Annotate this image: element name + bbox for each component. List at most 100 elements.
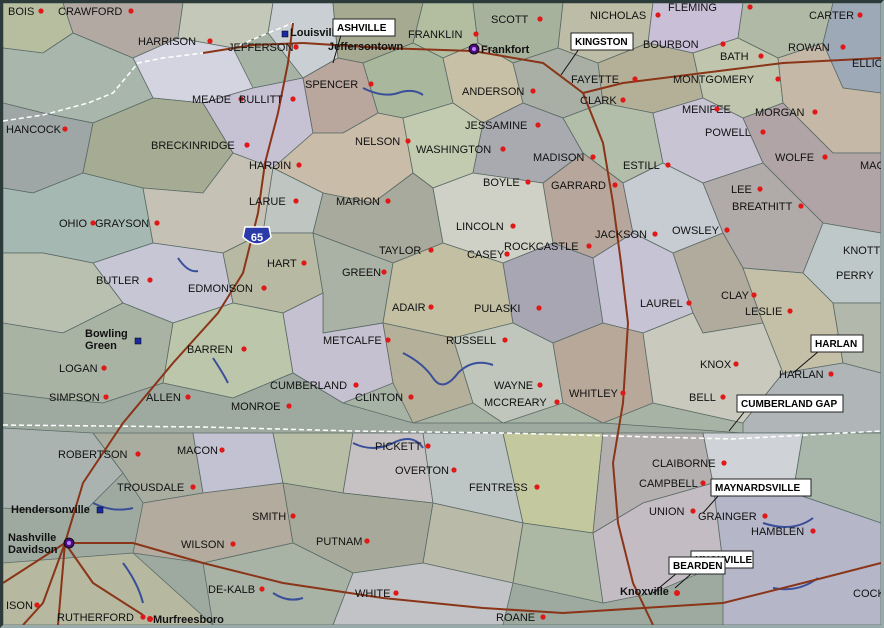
county-seat-dot: [537, 382, 543, 388]
county-label: ELLIOTT: [852, 58, 881, 70]
county-label: BELL: [689, 392, 716, 404]
county-green: GREEN: [342, 267, 387, 279]
capital-marker-center: [67, 541, 71, 545]
city-murfreesboro: Murfreesboro: [147, 614, 224, 625]
county-seat-dot: [290, 513, 296, 519]
county-seat-dot: [762, 513, 768, 519]
county-label: FENTRESS: [469, 482, 528, 494]
county-trousdale: TROUSDALE: [117, 482, 196, 494]
county-jefferson: JEFFERSON: [228, 42, 299, 54]
county-label: KNOX: [700, 359, 732, 371]
county-seat-dot: [798, 203, 804, 209]
county-seat-dot: [34, 602, 40, 608]
county-seat-dot: [535, 122, 541, 128]
county-seat-dot: [620, 390, 626, 396]
county-knott: KNOTT: [843, 245, 881, 257]
county-label: BREATHITT: [732, 201, 793, 213]
county-seat-dot: [758, 53, 764, 59]
county-cocke: COCKE: [853, 588, 881, 600]
city-louisville: Louisville: [281, 27, 341, 39]
county-putnam: PUTNAM: [316, 536, 370, 548]
county-seat-dot: [652, 231, 658, 237]
county-label: MADISON: [533, 152, 584, 164]
city-marker: [96, 506, 104, 514]
county-label: CAMPBELL: [639, 478, 698, 490]
county-label: POWELL: [705, 127, 751, 139]
county-simpson: SIMPSON: [49, 392, 109, 404]
county-label: MORGAN: [755, 107, 805, 119]
county-seat-dot: [364, 538, 370, 544]
county-label: MAGOFFIN: [860, 160, 881, 172]
county-label: MONROE: [231, 401, 281, 413]
city-label: Frankfort: [481, 44, 530, 56]
county-seat-dot: [428, 247, 434, 253]
county-seat-dot: [540, 614, 546, 620]
county-label: TAYLOR: [379, 245, 421, 257]
county-seat-dot: [724, 227, 730, 233]
county-seat-dot: [840, 44, 846, 50]
county-seat-dot: [381, 269, 387, 275]
county-seat-dot: [534, 484, 540, 490]
county-label: HARRISON: [138, 36, 196, 48]
county-label: SMITH: [252, 511, 286, 523]
county-seat-dot: [293, 44, 299, 50]
county-seat-dot: [147, 277, 153, 283]
county-seat-dot: [733, 361, 739, 367]
county-label: COCKE: [853, 588, 881, 600]
map-canvas[interactable]: 65 BOIS CRAWFORD HARRISON JEFFERSON FRANKLIN…: [3, 3, 881, 625]
county-label: MARION: [336, 196, 380, 208]
county-label: CUMBERLAND: [270, 380, 347, 392]
county-label: LINCOLN: [456, 221, 504, 233]
county-seat-dot: [775, 76, 781, 82]
county-seat-dot: [140, 614, 146, 620]
city-dot: [147, 616, 153, 622]
county-seat-dot: [473, 31, 479, 37]
county-label: HAMBLEN: [751, 526, 804, 538]
county-seat-dot: [720, 394, 726, 400]
city-label: Bowling: [85, 328, 128, 340]
county-seat-dot: [721, 460, 727, 466]
county-seat-dot: [219, 447, 225, 453]
county-seat-dot: [751, 292, 757, 298]
city-jeffersontown: Jeffersontown: [328, 41, 403, 53]
capital-marker-center: [472, 47, 476, 51]
county-label: BATH: [720, 51, 749, 63]
county-label: MENIFEE: [682, 104, 731, 116]
county-seat-dot: [385, 337, 391, 343]
county-label: PICKETT: [375, 441, 422, 453]
county-label: ANDERSON: [462, 86, 524, 98]
county-seat-dot: [686, 300, 692, 306]
county-seat-dot: [241, 346, 247, 352]
county-seat-dot: [714, 106, 720, 112]
county-label: LESLIE: [745, 306, 782, 318]
county-label: JACKSON: [595, 229, 647, 241]
county-seat-dot: [185, 394, 191, 400]
county-rutherford: RUTHERFORD: [57, 612, 146, 624]
county-seat-dot: [425, 443, 431, 449]
county-label: OHIO: [59, 218, 88, 230]
city-hendersonville: Hendersonville: [11, 504, 104, 516]
county-label: METCALFE: [323, 335, 382, 347]
county-label: MONTGOMERY: [673, 74, 755, 86]
county-claiborne: CLAIBORNE: [652, 458, 727, 470]
county-label: CLAY: [721, 290, 750, 302]
county-label: FAYETTE: [571, 74, 619, 86]
county-label: GREEN: [342, 267, 381, 279]
county-overton: OVERTON: [395, 465, 457, 477]
county-seat-dot: [190, 484, 196, 490]
county-label: PERRY: [836, 270, 874, 282]
county-elliott: ELLIOTT: [852, 58, 881, 70]
county-label: BOIS: [8, 6, 34, 18]
callout-label: BEARDEN: [673, 561, 722, 572]
county-seat-dot: [720, 41, 726, 47]
county-cumberland: CUMBERLAND: [270, 380, 359, 392]
county-seat-dot: [747, 4, 753, 10]
county-seat-dot: [655, 12, 661, 18]
county-seat-dot: [451, 467, 457, 473]
county-label: GARRARD: [551, 180, 606, 192]
county-label: RUTHERFORD: [57, 612, 134, 624]
city-label: Knoxville: [620, 586, 669, 598]
county-magoffin: MAGOFFIN: [860, 160, 881, 172]
county-label: WILSON: [181, 539, 224, 551]
county-menifee: MENIFEE: [682, 104, 731, 116]
